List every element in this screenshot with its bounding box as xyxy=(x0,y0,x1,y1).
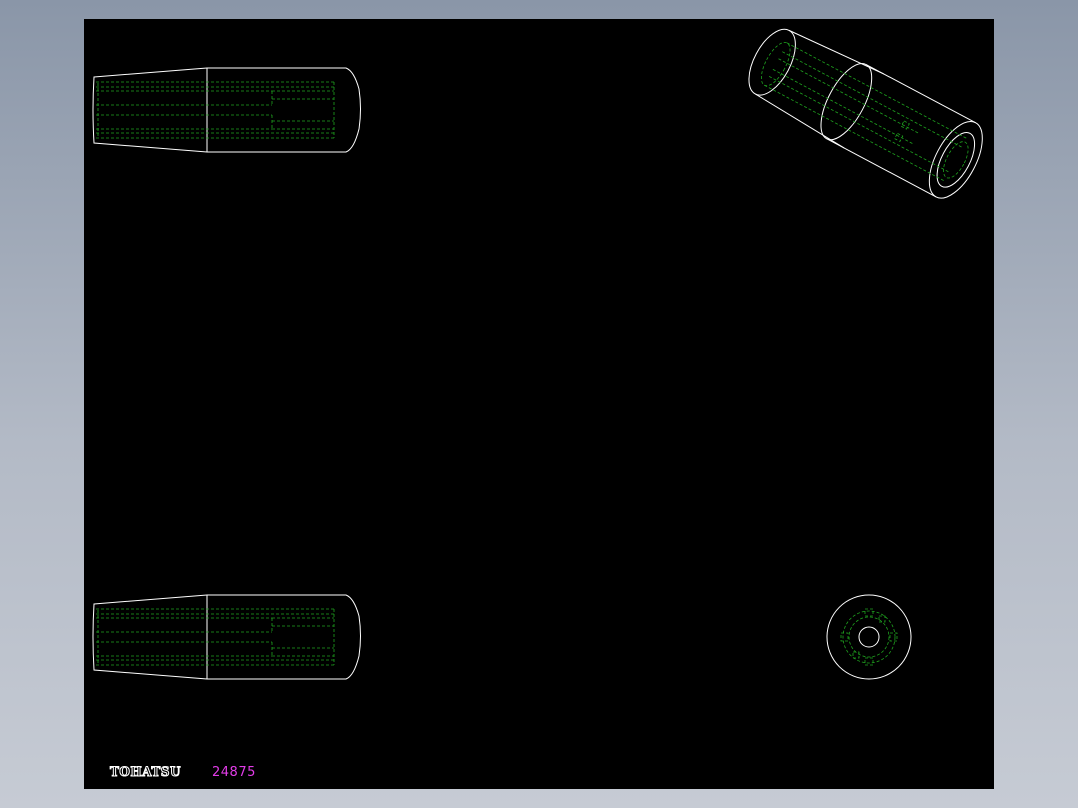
side-view-top xyxy=(92,67,361,153)
side-view-bottom xyxy=(92,594,361,680)
cad-drawing xyxy=(92,28,983,680)
drawing-sheet[interactable]: TOHATSU 24875 xyxy=(84,19,994,789)
end-view xyxy=(826,594,912,680)
brand-logo: TOHATSU xyxy=(110,764,181,780)
isometric-view xyxy=(748,28,983,199)
part-number-label: 24875 xyxy=(212,765,256,780)
